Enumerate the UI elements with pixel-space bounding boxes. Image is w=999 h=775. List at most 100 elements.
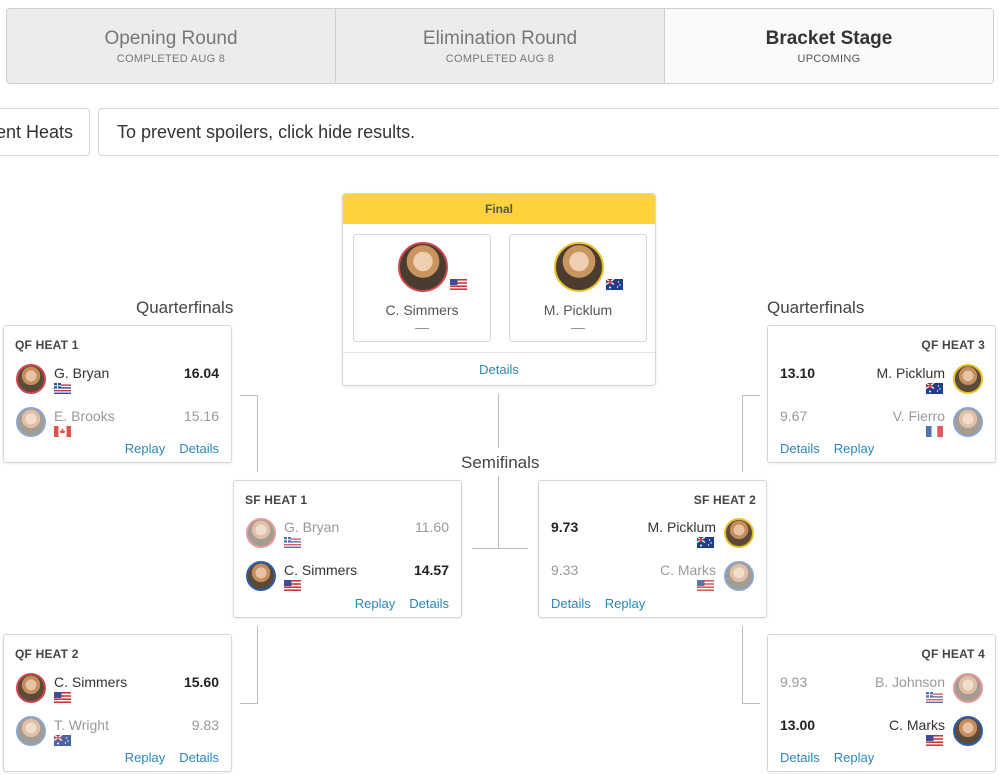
heat-title: QF HEAT 3 xyxy=(921,338,985,352)
surfer-score: 9.73 xyxy=(551,519,579,535)
surfer-row: C. Simmers 14.57 xyxy=(234,561,461,599)
tab-bracket-stage[interactable]: Bracket Stage UPCOMING xyxy=(664,9,993,83)
avatar xyxy=(953,364,983,394)
avatar xyxy=(16,716,46,746)
heat-title: QF HEAT 4 xyxy=(921,647,985,661)
connector-line xyxy=(240,395,258,396)
surfer-name: G. Bryan xyxy=(54,365,110,381)
heat-links: Replay Details xyxy=(125,441,219,456)
australia-flag-icon xyxy=(606,279,623,290)
details-link[interactable]: Details xyxy=(780,441,820,456)
heat-title: SF HEAT 1 xyxy=(245,493,308,507)
surfer-score: 16.04 xyxy=(183,365,219,381)
replay-link[interactable]: Replay xyxy=(125,441,165,456)
quarterfinals-label-left: Quarterfinals xyxy=(136,298,234,317)
connector-line xyxy=(472,548,528,549)
usa-flag-icon xyxy=(450,279,467,290)
replay-link[interactable]: Replay xyxy=(834,441,874,456)
heat-links: Replay Details xyxy=(125,750,219,765)
usa-flag-icon xyxy=(926,735,943,746)
surfer-score: 11.60 xyxy=(415,519,449,535)
heat-title: SF HEAT 2 xyxy=(693,493,756,507)
details-link[interactable]: Details xyxy=(179,750,219,765)
hawaii-flag-icon xyxy=(926,692,943,703)
surfer-name: C. Simmers xyxy=(54,674,128,690)
finalist-name: C. Simmers xyxy=(385,302,459,318)
replay-link[interactable]: Replay xyxy=(834,750,874,765)
avatar xyxy=(953,716,983,746)
hawaii-flag-icon xyxy=(54,383,71,394)
hawaii-flag-icon xyxy=(284,537,301,548)
finalist-name: M. Picklum xyxy=(543,302,613,318)
round-tabs: Opening Round COMPLETED AUG 8 Eliminatio… xyxy=(6,8,994,84)
avatar xyxy=(16,364,46,394)
heat-links: Details Replay xyxy=(551,596,645,611)
finalist-score: — xyxy=(415,319,429,335)
qf-heat-1-card: QF HEAT 1 G. Bryan 16.04 E. Brooks 15.16… xyxy=(3,325,232,463)
avatar xyxy=(554,242,604,292)
surfer-row: 9.93 B. Johnson xyxy=(768,673,995,711)
surfer-score: 13.10 xyxy=(780,365,816,381)
surfer-row: 9.73 M. Picklum xyxy=(539,518,766,556)
surfer-name: T. Wright xyxy=(54,717,109,733)
details-link[interactable]: Details xyxy=(780,750,820,765)
details-link[interactable]: Details xyxy=(409,596,449,611)
replay-link[interactable]: Replay xyxy=(605,596,645,611)
final-details-link[interactable]: Details xyxy=(343,362,655,377)
finalist-card[interactable]: C. Simmers — xyxy=(353,234,491,342)
surfer-score: 15.16 xyxy=(183,408,219,424)
australia-flag-icon xyxy=(697,537,714,548)
surfer-row: 9.67 V. Fierro xyxy=(768,407,995,445)
connector-line xyxy=(498,394,499,448)
surfer-score: 9.67 xyxy=(780,408,808,424)
surfer-score: 9.93 xyxy=(780,674,808,690)
surfer-row: T. Wright 9.83 xyxy=(4,716,231,754)
connector-line xyxy=(240,703,258,704)
replay-link[interactable]: Replay xyxy=(125,750,165,765)
details-link[interactable]: Details xyxy=(179,441,219,456)
surfer-row: 9.33 C. Marks xyxy=(539,561,766,599)
connector-line xyxy=(742,395,743,472)
tab-opening-round[interactable]: Opening Round COMPLETED AUG 8 xyxy=(7,9,335,83)
surfer-name: E. Brooks xyxy=(54,408,115,424)
avatar xyxy=(953,407,983,437)
surfer-score: 9.33 xyxy=(551,562,579,578)
avatar xyxy=(953,673,983,703)
usa-flag-icon xyxy=(284,580,301,591)
qf-heat-4-card: QF HEAT 4 9.93 B. Johnson 13.00 C. Marks… xyxy=(767,634,996,772)
finalist-score: — xyxy=(571,319,585,335)
avatar xyxy=(724,518,754,548)
surfer-score: 9.83 xyxy=(191,717,219,733)
details-link[interactable]: Details xyxy=(551,596,591,611)
qf-heat-2-card: QF HEAT 2 C. Simmers 15.60 T. Wright 9.8… xyxy=(3,634,232,772)
heat-title: QF HEAT 1 xyxy=(15,338,79,352)
surfer-row: E. Brooks 15.16 xyxy=(4,407,231,445)
tab-label: Opening Round xyxy=(104,27,238,49)
divider xyxy=(343,352,655,353)
australia-flag-icon xyxy=(54,735,71,746)
results-bar: ent Heats To prevent spoilers, click hid… xyxy=(0,108,999,156)
connector-line xyxy=(742,395,760,396)
usa-flag-icon xyxy=(697,580,714,591)
heat-links: Details Replay xyxy=(780,750,874,765)
surfer-name: C. Marks xyxy=(889,717,945,733)
heat-links: Replay Details xyxy=(355,596,449,611)
tab-status: COMPLETED AUG 8 xyxy=(445,52,555,65)
final-title: Final xyxy=(343,194,655,224)
surfer-name: M. Picklum xyxy=(876,365,945,381)
surfer-name: M. Picklum xyxy=(647,519,716,535)
finalist-card[interactable]: M. Picklum — xyxy=(509,234,647,342)
all-heats-tab[interactable]: ent Heats xyxy=(0,108,90,156)
quarterfinals-label-right: Quarterfinals xyxy=(767,298,865,317)
tab-elimination-round[interactable]: Elimination Round COMPLETED AUG 8 xyxy=(335,9,664,83)
france-flag-icon xyxy=(926,426,943,437)
spoiler-text: To prevent spoilers, click hide results. xyxy=(117,121,416,142)
semifinals-label: Semifinals xyxy=(461,453,540,472)
surfer-score: 14.57 xyxy=(413,562,449,578)
surfer-name: G. Bryan xyxy=(284,519,340,535)
connector-line xyxy=(257,626,258,704)
replay-link[interactable]: Replay xyxy=(355,596,395,611)
connector-line xyxy=(742,703,760,704)
surfer-score: 13.00 xyxy=(780,717,816,733)
spoiler-notice[interactable]: To prevent spoilers, click hide results. xyxy=(98,108,999,156)
